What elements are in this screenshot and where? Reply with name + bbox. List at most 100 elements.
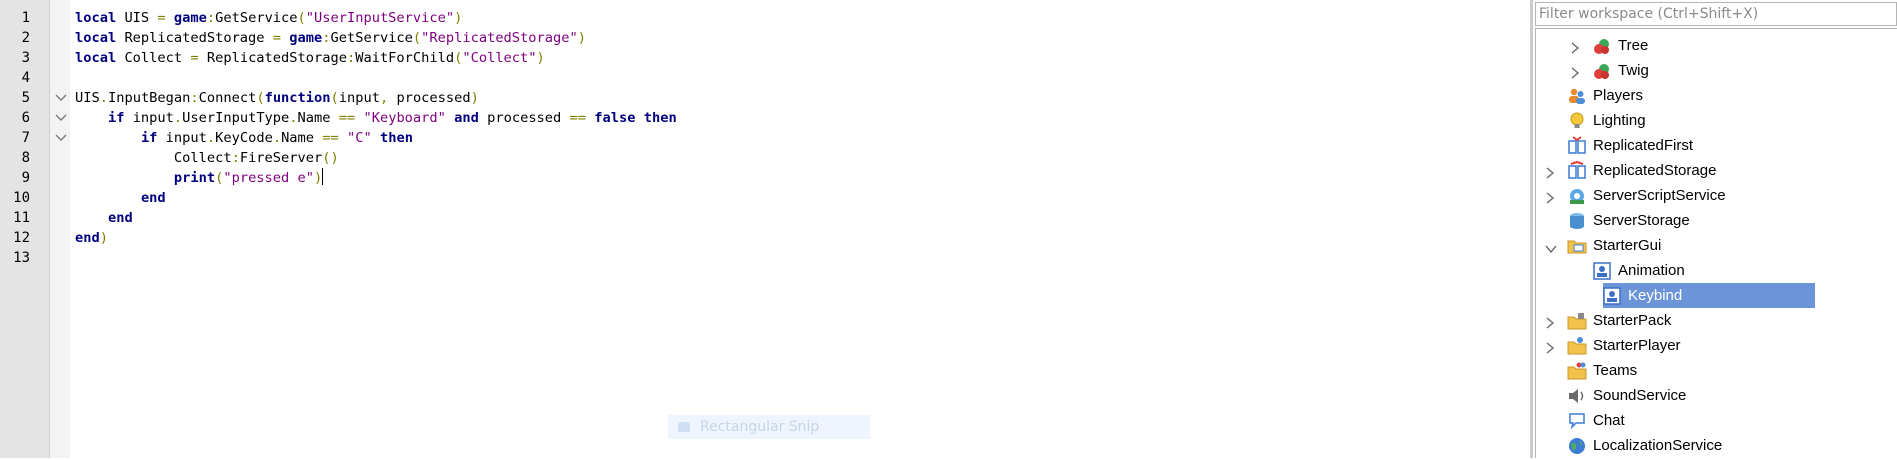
code-token: Name — [281, 130, 323, 146]
code-token: and — [454, 110, 479, 126]
explorer-item-label: StarterPlayer — [1593, 337, 1681, 354]
filter-workspace-box[interactable] — [1535, 2, 1897, 26]
code-line[interactable]: UIS.InputBegan:Connect(function(input, p… — [75, 88, 479, 108]
fold-chevron-icon[interactable] — [55, 88, 67, 108]
script-editor[interactable]: 1 2 3 4 5 6 7 8 9 10 11 12 13 local UIS = game:GetSe… — [0, 0, 1530, 458]
explorer-item-tree[interactable]: Tree — [1533, 33, 1895, 58]
fold-chevron-icon[interactable] — [55, 128, 67, 148]
line-number: 8 — [21, 150, 30, 166]
code-token: Name — [297, 110, 339, 126]
code-token: . — [272, 130, 282, 146]
code-token: ) — [470, 90, 479, 106]
explorer-item-players[interactable]: Players — [1533, 83, 1895, 108]
code-token: input — [157, 130, 207, 146]
code-line[interactable]: local ReplicatedStorage = game:GetServic… — [75, 28, 586, 48]
local-script-icon — [1592, 261, 1612, 281]
code-token: . — [206, 130, 216, 146]
explorer-item-label: LocalizationService — [1593, 437, 1723, 454]
explorer-item-label: SoundService — [1593, 387, 1687, 404]
text-caret — [322, 168, 324, 185]
explorer-item-serverstorage[interactable]: ServerStorage — [1533, 208, 1895, 233]
code-line[interactable]: local Collect = ReplicatedStorage:WaitFo… — [75, 48, 545, 68]
code-token: = — [157, 10, 166, 26]
code-line[interactable]: print("pressed e") — [75, 168, 324, 188]
explorer-item-teams[interactable]: Teams — [1533, 358, 1895, 383]
explorer-item-label: Tree — [1618, 37, 1649, 54]
explorer-panel: Tree Twig Players Lighting ReplicatedFirst Re… — [1533, 0, 1897, 458]
code-token: FireServer — [239, 150, 323, 166]
filter-workspace-input[interactable] — [1539, 6, 1879, 22]
server-script-service-icon — [1567, 186, 1587, 206]
code-token: input — [124, 110, 174, 126]
code-token: . — [173, 110, 183, 126]
code-token: ReplicatedStorage — [198, 50, 347, 66]
line-number: 1 — [21, 10, 30, 26]
explorer-item-replicatedfirst[interactable]: ReplicatedFirst — [1533, 133, 1895, 158]
code-token: ReplicatedStorage — [116, 30, 273, 46]
code-token: : — [346, 50, 356, 66]
code-line[interactable]: end — [75, 188, 166, 208]
fold-chevron-icon[interactable] — [55, 108, 67, 128]
code-token: UIS — [75, 90, 100, 106]
code-token: UIS — [116, 10, 158, 26]
snip-tooltip: Rectangular Snip — [668, 415, 870, 439]
code-token: Collect — [75, 150, 232, 166]
chevron-right-icon[interactable] — [1545, 339, 1555, 354]
line-number: 6 — [21, 110, 30, 126]
line-number: 11 — [13, 210, 30, 226]
code-token: ) — [314, 170, 323, 186]
code-line[interactable]: if input.UserInputType.Name == "Keyboard… — [75, 108, 677, 128]
explorer-item-keybind[interactable]: Keybind — [1603, 283, 1815, 308]
chevron-right-icon[interactable] — [1545, 314, 1555, 329]
code-line[interactable]: local UIS = game:GetService("UserInputSe… — [75, 8, 462, 28]
line-number: 2 — [21, 30, 30, 46]
explorer-item-starterpack[interactable]: StarterPack — [1533, 308, 1895, 333]
code-token: ) — [577, 30, 586, 46]
chevron-right-icon[interactable] — [1570, 39, 1580, 54]
explorer-item-localizationservice[interactable]: LocalizationService — [1533, 433, 1895, 458]
explorer-item-twig[interactable]: Twig — [1533, 58, 1895, 83]
code-token: print — [173, 170, 216, 186]
explorer-item-label: ServerStorage — [1593, 212, 1690, 229]
explorer-item-chat[interactable]: Chat — [1533, 408, 1895, 433]
chevron-right-icon[interactable] — [1545, 164, 1555, 179]
code-line[interactable]: end — [75, 208, 133, 228]
code-token: "ReplicatedStorage" — [421, 30, 578, 46]
code-line[interactable]: Collect:FireServer() — [75, 148, 339, 168]
explorer-item-replicatedstorage[interactable]: ReplicatedStorage — [1533, 158, 1895, 183]
explorer-item-serverscriptservice[interactable]: ServerScriptService — [1533, 183, 1895, 208]
explorer-item-startergui[interactable]: StarterGui — [1533, 233, 1895, 258]
explorer-item-starterplayer[interactable]: StarterPlayer — [1533, 333, 1895, 358]
code-token: then — [379, 130, 413, 146]
code-token: game — [173, 10, 207, 26]
chevron-right-icon[interactable] — [1570, 64, 1580, 79]
code-token: : — [206, 10, 216, 26]
explorer-item-lighting[interactable]: Lighting — [1533, 108, 1895, 133]
starter-pack-icon — [1567, 311, 1587, 331]
code-token: , — [379, 90, 389, 106]
code-token: WaitForChild — [355, 50, 455, 66]
code-token: : — [190, 90, 199, 106]
line-number: 9 — [21, 170, 30, 186]
explorer-item-soundservice[interactable]: SoundService — [1533, 383, 1895, 408]
code-token: KeyCode — [215, 130, 273, 146]
code-token: ( — [256, 90, 265, 106]
code-line[interactable]: end) — [75, 228, 108, 248]
code-line[interactable]: if input.KeyCode.Name == "C" then — [75, 128, 413, 148]
chevron-right-icon[interactable] — [1545, 189, 1555, 204]
explorer-item-animation[interactable]: Animation — [1533, 258, 1895, 283]
starter-gui-icon — [1567, 236, 1587, 256]
chat-bubble-icon — [1567, 411, 1587, 431]
code-token: InputBegan — [107, 90, 191, 106]
code-token: . — [99, 90, 108, 106]
snip-label: Rectangular Snip — [700, 419, 820, 435]
teams-icon — [1567, 361, 1587, 381]
chevron-down-icon[interactable] — [1545, 239, 1557, 254]
code-token: local — [75, 50, 117, 66]
code-token: Connect — [198, 90, 257, 106]
